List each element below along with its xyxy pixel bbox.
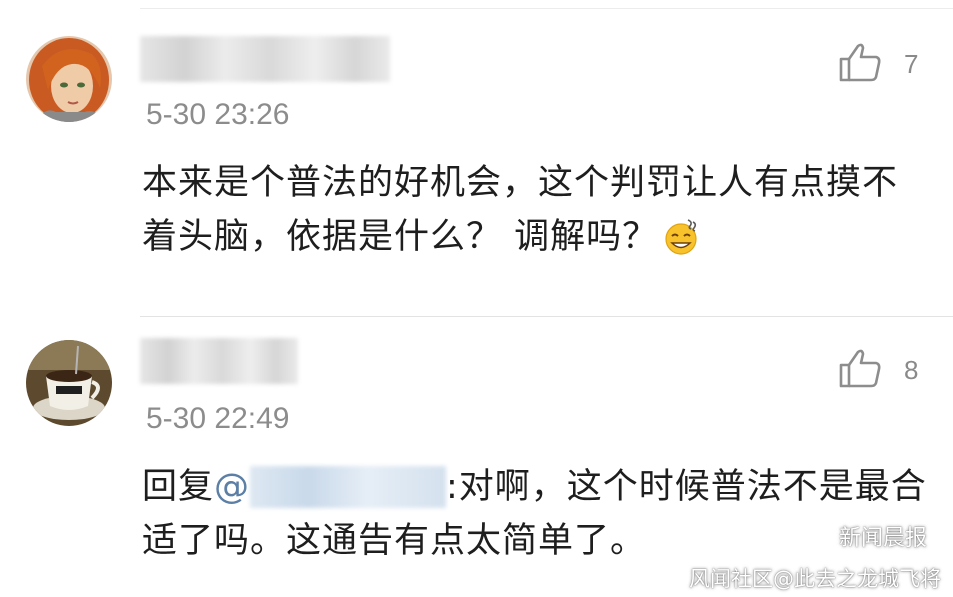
- comment-timestamp: 5-30 22:49: [146, 402, 290, 435]
- watermark-label: 新闻晨报: [838, 526, 927, 551]
- username-blurred[interactable]: [140, 338, 298, 384]
- username-blurred[interactable]: [140, 36, 390, 82]
- like-count: 8: [904, 354, 919, 385]
- mention-username-blurred[interactable]: [250, 466, 447, 508]
- avatar[interactable]: [26, 340, 112, 426]
- mention-at: @: [214, 467, 251, 507]
- like-button[interactable]: 7: [838, 42, 918, 86]
- comment-timestamp: 5-30 23:26: [146, 98, 290, 131]
- comment-item: 7 5-30 23:26 本来是个普法的好机会，这个判罚让人有点摸不着头脑，依据…: [0, 0, 953, 318]
- source-watermark: 新闻晨报: [795, 519, 927, 553]
- comment-item: 8 5-30 22:49 回复@:对啊，这个时候普法不是最合适了吗。这通告有点太…: [0, 318, 953, 597]
- like-button[interactable]: 8: [838, 348, 918, 392]
- avatar[interactable]: [26, 36, 112, 122]
- sweat-smile-face-icon: [662, 218, 700, 272]
- comment-text-content: 本来是个普法的好机会，这个判罚让人有点摸不着头脑，依据是什么？ 调解吗？: [142, 163, 899, 257]
- like-count: 7: [904, 48, 919, 79]
- thumbs-up-icon: [838, 348, 882, 392]
- comment-divider: [140, 316, 953, 317]
- footer-credit: 风闻社区@此去之龙城飞将: [689, 567, 941, 591]
- wechat-icon: [795, 519, 829, 553]
- comment-text: 本来是个普法的好机会，这个判罚让人有点摸不着头脑，依据是什么？ 调解吗？: [142, 156, 932, 272]
- reply-prefix: 回复: [142, 467, 215, 507]
- thumbs-up-icon: [838, 42, 882, 86]
